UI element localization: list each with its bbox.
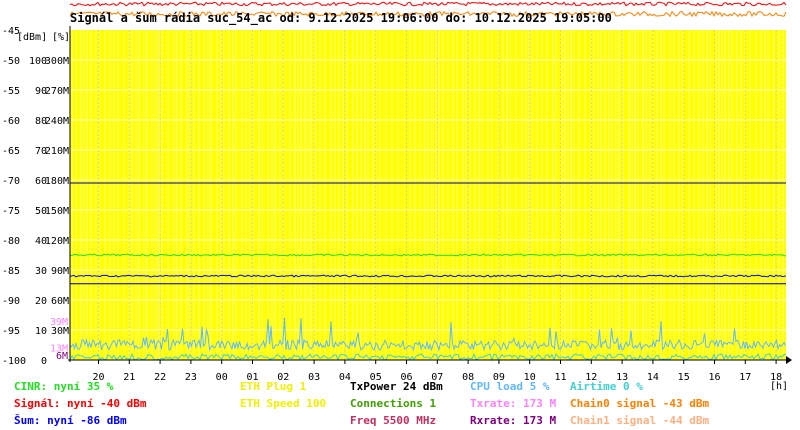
legend-airtime: Airtime 0 % [570, 380, 643, 393]
y-tick-label-dbm: -50 [2, 56, 20, 67]
y-axis-unit-dbm: [dBm] [17, 32, 47, 43]
x-tick-label: 17 [739, 372, 751, 383]
y-tick-label-rate: 240M [45, 116, 69, 127]
y-tick-label-dbm: -70 [2, 176, 20, 187]
y-tick-label-percent: 0 [41, 356, 47, 367]
y-tick-label-dbm: -60 [2, 116, 20, 127]
y-tick-label-rate: 270M [45, 86, 69, 97]
legend-eth_plug: ETH Plug 1 [240, 380, 307, 393]
x-tick-label: 23 [185, 372, 197, 383]
y-tick-label-rate: 180M [45, 176, 69, 187]
y-tick-label-dbm: -85 [2, 266, 20, 277]
y-axis-unit-percent: [%] [52, 32, 70, 43]
x-tick-label: 11 [554, 372, 566, 383]
x-tick-label: 00 [216, 372, 228, 383]
legend-chain1: Chain1 signal -44 dBm [570, 414, 709, 427]
y-tick-label-dbm: -55 [2, 86, 20, 97]
y-tick-label-dbm: -65 [2, 146, 20, 157]
x-tick-label: 16 [708, 372, 720, 383]
legend-connections: Connections 1 [350, 397, 436, 410]
y-tick-label-percent: 10 [35, 326, 47, 337]
x-tick-label: 15 [678, 372, 690, 383]
y-tick-label-rate: 120M [45, 236, 69, 247]
y-tick-label-rate: 300M [45, 56, 69, 67]
legend-eth_speed: ETH Speed 100 [240, 397, 326, 410]
legend-freq: Freq 5500 MHz [350, 414, 436, 427]
signal-noise-chart: 39M13M6M Signál a šum rádia suc_54_ac od… [0, 0, 800, 430]
y-tick-label-rate: 60M [51, 296, 69, 307]
y-tick-label-dbm: -75 [2, 206, 20, 217]
legend-chain0: Chain0 signal -43 dBm [570, 397, 709, 410]
inner-rate-label: 6M [56, 351, 68, 362]
y-tick-label-dbm: -80 [2, 236, 20, 247]
y-tick-label-percent: 20 [35, 296, 47, 307]
y-tick-label-dbm: -100 [2, 356, 26, 367]
legend-txrate: Txrate: 173 M [470, 397, 556, 410]
legend-cinr: CINR: nyní 35 % [14, 380, 114, 393]
y-tick-label-dbm: -95 [2, 326, 20, 337]
y-tick-label-rate: 30M [51, 326, 69, 337]
legend-cpu: CPU load 5 % [470, 380, 550, 393]
y-tick-label-rate: 90M [51, 266, 69, 277]
y-tick-label-dbm: -45 [2, 26, 20, 37]
legend-signal: Signál: nyní -40 dBm [14, 397, 147, 410]
y-tick-label-dbm: -90 [2, 296, 20, 307]
x-tick-label: 03 [308, 372, 320, 383]
x-tick-label: 21 [123, 372, 135, 383]
chart-title: Signál a šum rádia suc_54_ac od: 9.12.20… [70, 11, 612, 26]
legend-rxrate: Rxrate: 173 M [470, 414, 556, 427]
x-axis-unit: [h] [770, 381, 788, 392]
y-tick-label-rate: 210M [45, 146, 69, 157]
y-tick-label-rate: 150M [45, 206, 69, 217]
x-tick-label: 22 [154, 372, 166, 383]
legend-noise: Šum: nyní -86 dBm [14, 414, 127, 427]
x-tick-label: 14 [647, 372, 659, 383]
legend-txpower: TxPower 24 dBm [350, 380, 443, 393]
y-tick-label-percent: 30 [35, 266, 47, 277]
